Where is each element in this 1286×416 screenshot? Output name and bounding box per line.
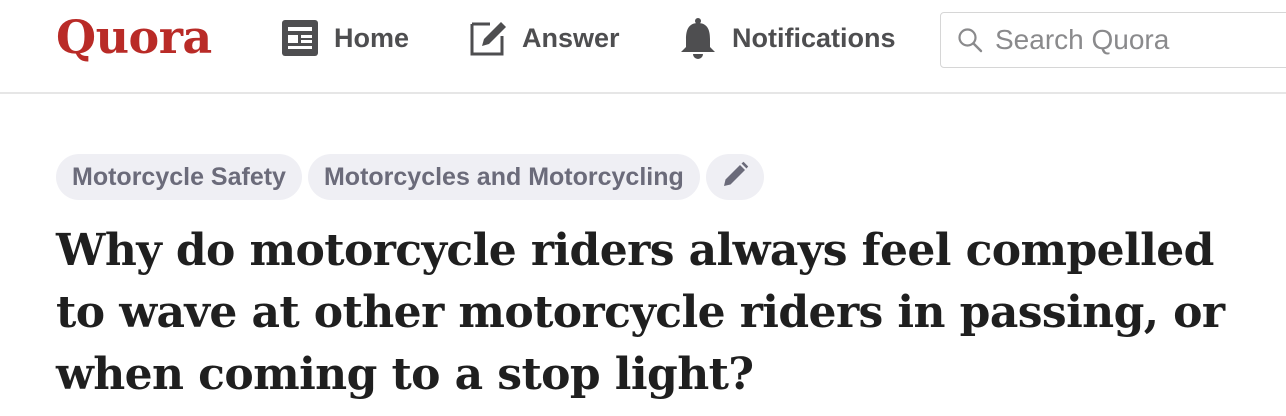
topic-chip-motorcycle-safety[interactable]: Motorcycle Safety [56,154,302,200]
search-input[interactable] [995,24,1286,56]
question-title: Why do motorcycle riders always feel com… [56,225,1225,400]
nav-home-label: Home [334,22,410,53]
top-navigation-bar: Quora Home Answer Notifications Search Q… [0,0,1286,94]
answer-pencil-icon [468,18,508,58]
home-feed-icon [280,18,320,58]
nav-notifications[interactable]: Notifications [678,16,896,60]
search-icon [957,26,985,54]
bell-icon [678,18,718,59]
edit-topics-button[interactable] [705,154,764,200]
nav-home[interactable]: Home [280,16,409,60]
search-box[interactable] [940,12,1286,68]
pencil-icon [721,161,749,194]
nav-answer[interactable]: Answer [468,16,620,60]
quora-logo[interactable]: Quora [56,10,212,64]
nav-answer-label: Answer [522,22,620,53]
topic-list: Motorcycle Safety Motorcycles and Motorc… [56,154,764,200]
topic-chip-motorcycles-and-motorcycling[interactable]: Motorcycles and Motorcycling [307,154,700,200]
nav-notifications-label: Notifications [732,22,896,53]
